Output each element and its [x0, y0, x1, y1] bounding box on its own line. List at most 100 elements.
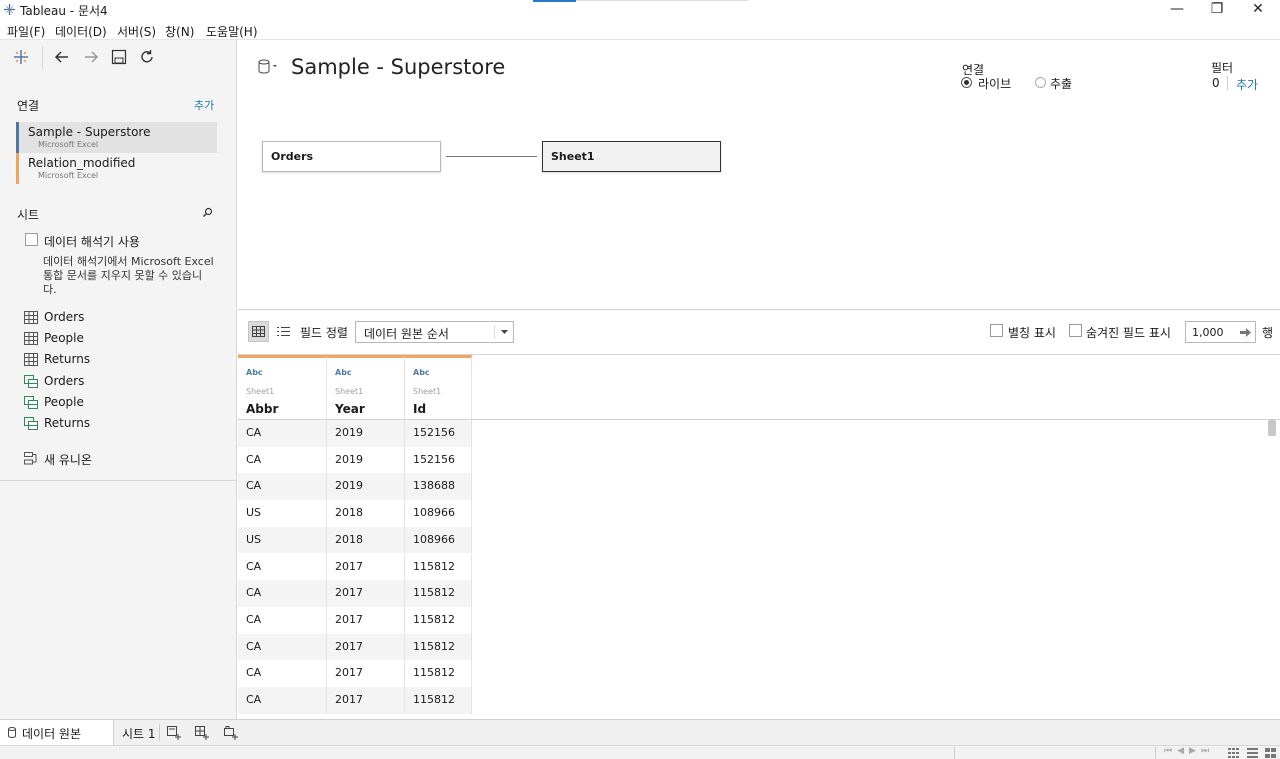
string-type-icon[interactable]: Abc — [335, 368, 352, 377]
relationship-line[interactable] — [446, 156, 537, 157]
connection-item-relation-modified[interactable]: Relation_modified Microsoft Excel — [16, 153, 217, 184]
table-cell: CA — [238, 446, 327, 474]
arrow-right-icon[interactable] — [1240, 328, 1251, 337]
menu-window[interactable]: 창(N) — [165, 23, 194, 40]
column-source: Sheet1 — [246, 387, 275, 396]
menu-bar: 파일(F) 데이터(D) 서버(S) 창(N) 도움말(H) — [0, 20, 1280, 40]
table-cell: 152156 — [405, 420, 472, 447]
search-icon[interactable] — [202, 207, 213, 218]
new-worksheet-icon[interactable] — [167, 726, 181, 740]
rows-input[interactable]: 1,000 — [1185, 321, 1256, 343]
sort-fields-select[interactable]: 데이터 원본 순서 — [355, 321, 514, 343]
sheet-label: Orders — [44, 374, 85, 388]
table-cell: 2019 — [327, 473, 405, 501]
new-story-icon[interactable] — [224, 726, 238, 740]
column-source: Sheet1 — [413, 387, 442, 396]
tabs-icon[interactable] — [1265, 748, 1276, 758]
filter-add-link[interactable]: 추가 — [1236, 76, 1258, 93]
rows-suffix: 행 — [1262, 326, 1274, 340]
datasource-tab[interactable]: 데이터 원본 — [0, 720, 114, 745]
status-divider — [954, 747, 955, 759]
table-cell: 2017 — [327, 606, 405, 634]
restore-button[interactable]: ❐ — [1197, 0, 1237, 20]
forward-arrow-icon[interactable] — [82, 48, 100, 66]
table-cell: 2017 — [327, 660, 405, 687]
filter-heading: 필터 — [1211, 61, 1234, 75]
table-name: Sheet1 — [551, 150, 595, 163]
column-header-id[interactable]: Abc Sheet1 Id — [405, 355, 472, 419]
sheet-item-orders[interactable]: Orders — [24, 309, 214, 327]
sheet-item-people[interactable]: People — [24, 330, 214, 348]
table-cell: CA — [238, 660, 327, 687]
menu-file[interactable]: 파일(F) — [7, 23, 45, 40]
sheet-item-returns[interactable]: Returns — [24, 351, 214, 369]
sheet-item-people-range[interactable]: People — [24, 394, 214, 412]
title-bar: Tableau - 문서4 — ❐ ✕ — [0, 0, 1280, 20]
string-type-icon[interactable]: Abc — [246, 368, 263, 377]
table-icon — [24, 332, 38, 345]
sort-fields-label: 필드 정렬 — [300, 326, 348, 340]
refresh-icon[interactable] — [138, 48, 156, 66]
table-cell: 115812 — [405, 553, 472, 581]
show-aliases-label: 별칭 표시 — [1008, 326, 1056, 340]
datasource-icon[interactable] — [257, 58, 281, 76]
minimize-button[interactable]: — — [1157, 0, 1197, 20]
back-arrow-icon[interactable] — [53, 48, 71, 66]
save-icon[interactable] — [110, 48, 128, 66]
new-union-item[interactable]: 새 유니온 — [24, 450, 214, 468]
sheet-nav-icon[interactable]: ⏮◀▶⏭ — [1164, 746, 1214, 756]
sheets-heading: 시트 — [17, 208, 40, 222]
vertical-scrollbar[interactable] — [1268, 420, 1276, 436]
close-button[interactable]: ✕ — [1238, 0, 1278, 20]
table-row: CA 2017 115812 — [238, 606, 472, 634]
interpreter-checkbox[interactable] — [25, 233, 38, 246]
extract-label: 추출 — [1050, 77, 1073, 91]
table-cell: 115812 — [405, 633, 472, 661]
menu-help[interactable]: 도움말(H) — [206, 23, 258, 40]
live-radio-dot — [964, 80, 969, 85]
connection-type: Microsoft Excel — [38, 140, 99, 149]
column-header-abbr[interactable]: Abc Sheet1 Abbr — [238, 355, 327, 419]
datasource-title[interactable]: Sample - Superstore — [291, 55, 505, 79]
table-row: CA 2019 152156 — [238, 446, 472, 474]
table-box-sheet1[interactable]: Sheet1 — [542, 141, 721, 172]
column-source: Sheet1 — [335, 387, 364, 396]
show-hidden-fields-checkbox[interactable] — [1069, 324, 1082, 337]
live-label: 라이브 — [978, 77, 1012, 91]
table-cell: 115812 — [405, 687, 472, 714]
table-row: US 2018 108966 — [238, 500, 472, 527]
table-cell: US — [238, 526, 327, 554]
sheet-item-orders-range[interactable]: Orders — [24, 373, 214, 391]
window-tab-indicator — [533, 0, 576, 2]
sheet1-tab[interactable]: 시트 1 — [122, 725, 156, 742]
join-canvas: Sample - Superstore 연결 라이브 추출 필터 0 추가 Or… — [238, 40, 1280, 310]
sheet-label: People — [44, 395, 84, 409]
sheet-item-returns-range[interactable]: Returns — [24, 415, 214, 433]
table-cell: 2018 — [327, 500, 405, 527]
data-grid: Abc Sheet1 Abbr Abc Sheet1 Year Abc Shee… — [238, 355, 1280, 719]
show-aliases-checkbox[interactable] — [990, 324, 1003, 337]
connection-item-superstore[interactable]: Sample - Superstore Microsoft Excel — [16, 122, 217, 153]
table-row: CA 2017 115812 — [238, 553, 472, 581]
column-header-year[interactable]: Abc Sheet1 Year — [327, 355, 405, 419]
table-cell: 2017 — [327, 687, 405, 714]
menu-server[interactable]: 서버(S) — [117, 23, 156, 40]
grid-view-icon[interactable] — [1228, 748, 1239, 758]
list-view-icon[interactable] — [277, 326, 290, 337]
new-dashboard-icon[interactable] — [195, 726, 209, 740]
toolbar-divider — [42, 46, 43, 70]
live-radio[interactable] — [961, 77, 972, 88]
sheet-label: People — [44, 331, 84, 345]
tableau-home-icon[interactable] — [12, 48, 30, 66]
table-cell: 2019 — [327, 420, 405, 447]
string-type-icon[interactable]: Abc — [413, 368, 430, 377]
add-connection-link[interactable]: 추가 — [194, 97, 214, 113]
menu-data[interactable]: 데이터(D) — [55, 23, 107, 40]
grid-view-button[interactable] — [248, 321, 269, 342]
column-name: Id — [413, 402, 427, 416]
named-range-icon — [24, 396, 38, 409]
sheet-label: Orders — [44, 310, 85, 324]
extract-radio[interactable] — [1035, 77, 1046, 88]
filmstrip-icon[interactable] — [1247, 748, 1258, 758]
table-box-orders[interactable]: Orders — [262, 141, 441, 172]
